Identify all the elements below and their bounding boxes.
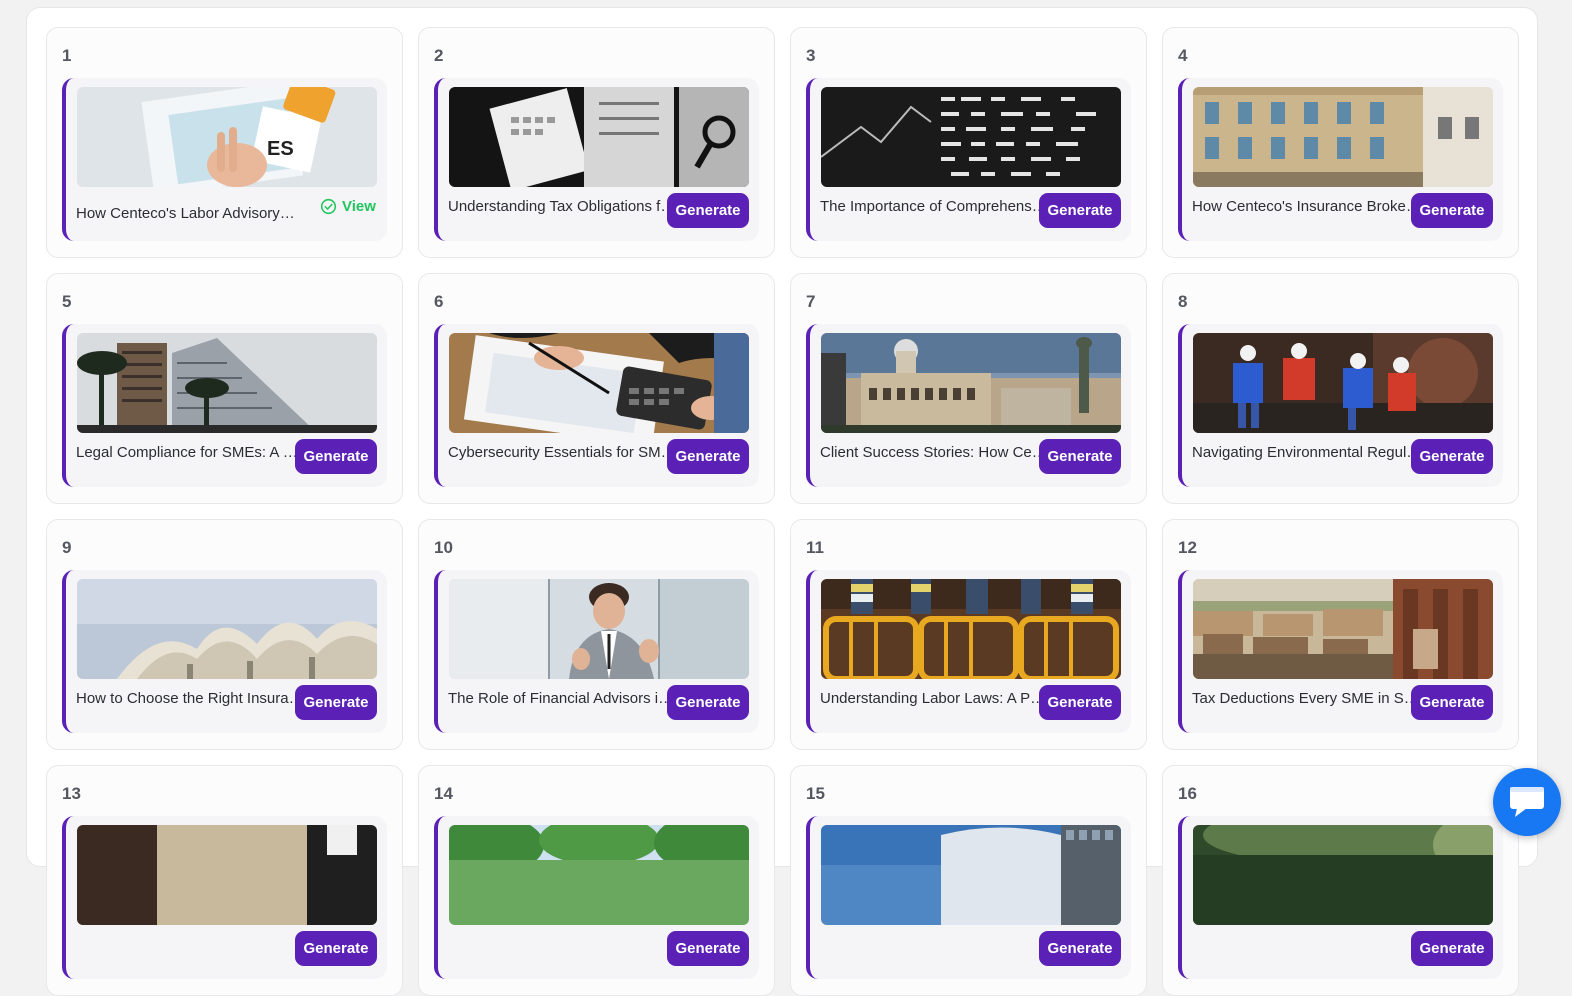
article-card: 11 Understanding Labor Laws: A Primer Gene… (790, 519, 1147, 750)
article-title: Navigating Environmental Regulations (1192, 444, 1422, 461)
article-title: The Importance of Comprehensive Insuranc… (820, 198, 1050, 215)
article-item[interactable]: Understanding Labor Laws: A Primer Genera… (806, 570, 1131, 733)
generate-button[interactable]: Generate (667, 685, 749, 720)
article-item[interactable]: Navigating Environmental Regulations Gene… (1178, 324, 1503, 487)
article-thumbnail (1193, 579, 1493, 679)
article-item[interactable]: The Importance of Comprehensive Insuranc… (806, 78, 1131, 241)
generate-button[interactable]: Generate (1411, 439, 1493, 474)
article-title: Tax Deductions Every SME in Spain Should… (1192, 690, 1422, 707)
article-item[interactable]: Understanding Tax Obligations for Busine… (434, 78, 759, 241)
articles-panel: 1 ES How Centeco's Labor Advisory Services… (26, 7, 1538, 996)
article-thumbnail (449, 579, 749, 679)
article-card: 4 How Centeco's Insurance Brokerage Works… (1162, 27, 1519, 258)
article-thumbnail (449, 333, 749, 433)
article-card: 1 ES How Centeco's Labor Advisory Services… (46, 27, 403, 258)
article-card: 12 Tax Deductions Every SME in Spain Shou… (1162, 519, 1519, 750)
article-item[interactable]: Generate (806, 816, 1131, 979)
chat-widget-button[interactable] (1493, 768, 1561, 836)
article-card: 15 Generate (790, 765, 1147, 996)
generate-button[interactable]: Generate (295, 439, 377, 474)
article-item[interactable]: ES How Centeco's Labor Advisory Services … (62, 78, 387, 241)
article-card: 9 How to Choose the Right Insurance Polic… (46, 519, 403, 750)
article-card: 3 The Importance of Comprehensive Insuran… (790, 27, 1147, 258)
card-number: 15 (806, 784, 825, 803)
chat-bubble-icon (1510, 787, 1544, 817)
view-label: View (342, 198, 376, 215)
card-number: 1 (62, 46, 72, 65)
article-card: 14 Generate (418, 765, 775, 996)
article-card: 8 Navigating Environmental Regulations Gen… (1162, 273, 1519, 504)
article-thumbnail (449, 87, 749, 187)
article-card: 13 Generate (46, 765, 403, 996)
generate-button[interactable]: Generate (667, 193, 749, 228)
generate-button[interactable]: Generate (295, 931, 377, 966)
generate-button[interactable]: Generate (667, 439, 749, 474)
article-item[interactable]: Client Success Stories: How Centeco Help… (806, 324, 1131, 487)
svg-text:ES: ES (267, 138, 294, 160)
card-number: 16 (1178, 784, 1197, 803)
card-number: 7 (806, 292, 816, 311)
article-thumbnail (77, 333, 377, 433)
card-number: 11 (806, 538, 824, 557)
article-card: 5 Legal Compliance for SMEs: A Guide Gener… (46, 273, 403, 504)
article-item[interactable]: How to Choose the Right Insurance Policy… (62, 570, 387, 733)
card-number: 8 (1178, 292, 1188, 311)
article-item[interactable]: How Centeco's Insurance Brokerage WorksG… (1178, 78, 1503, 241)
article-thumbnail (1193, 825, 1493, 925)
article-grid: 1 ES How Centeco's Labor Advisory Services… (46, 27, 1519, 996)
article-thumbnail (821, 87, 1121, 187)
article-thumbnail (77, 579, 377, 679)
article-title: Legal Compliance for SMEs: A Guide (76, 444, 306, 461)
article-title: How to Choose the Right Insurance Policy (76, 690, 306, 707)
article-thumbnail (1193, 333, 1493, 433)
article-item[interactable]: Legal Compliance for SMEs: A Guide Genera… (62, 324, 387, 487)
article-item[interactable]: The Role of Financial Advisors in Growth… (434, 570, 759, 733)
card-number: 12 (1178, 538, 1197, 557)
article-card: 10 The Role of Financial Advisors in Grow… (418, 519, 775, 750)
article-thumbnail (821, 825, 1121, 925)
card-number: 4 (1178, 46, 1188, 65)
article-thumbnail (821, 333, 1121, 433)
article-title: Cybersecurity Essentials for SMEs (448, 444, 678, 461)
generate-button[interactable]: Generate (1411, 931, 1493, 966)
card-number: 14 (434, 784, 453, 803)
article-thumbnail (449, 825, 749, 925)
generate-button[interactable]: Generate (667, 931, 749, 966)
view-button[interactable]: View (320, 198, 376, 215)
card-number: 5 (62, 292, 72, 311)
article-item[interactable]: Generate (1178, 816, 1503, 979)
article-thumbnail (1193, 87, 1493, 187)
card-number: 10 (434, 538, 453, 557)
article-item[interactable]: Tax Deductions Every SME in Spain Should… (1178, 570, 1503, 733)
article-item[interactable]: Generate (62, 816, 387, 979)
article-card: 16 Generate (1162, 765, 1519, 996)
article-title: Client Success Stories: How Centeco Help… (820, 444, 1050, 461)
article-title: Understanding Tax Obligations for Busine… (448, 198, 678, 215)
article-title: How Centeco's Insurance Brokerage Works (1192, 198, 1422, 215)
check-circle-icon (320, 198, 337, 215)
generate-button[interactable]: Generate (1039, 439, 1121, 474)
card-number: 6 (434, 292, 444, 311)
article-item[interactable]: Cybersecurity Essentials for SMEs Generat… (434, 324, 759, 487)
article-card: 2 Understanding Tax Obligations for Busin… (418, 27, 775, 258)
card-number: 13 (62, 784, 81, 803)
card-number: 9 (62, 538, 72, 557)
generate-button[interactable]: Generate (1039, 685, 1121, 720)
article-card: 7 Client Success Stories: How Centeco Hel… (790, 273, 1147, 504)
generate-button[interactable]: Generate (1039, 931, 1121, 966)
article-card: 6 Cybersecurity Essentials for SMEs Genera… (418, 273, 775, 504)
generate-button[interactable]: Generate (295, 685, 377, 720)
generate-button[interactable]: Generate (1411, 193, 1493, 228)
article-thumbnail (77, 825, 377, 925)
article-title: The Role of Financial Advisors in Growth (448, 690, 678, 707)
article-thumbnail: ES (77, 87, 377, 187)
article-thumbnail (821, 579, 1121, 679)
article-title: How Centeco's Labor Advisory Services He… (76, 205, 298, 222)
card-number: 3 (806, 46, 816, 65)
card-number: 2 (434, 46, 444, 65)
generate-button[interactable]: Generate (1039, 193, 1121, 228)
article-item[interactable]: Generate (434, 816, 759, 979)
generate-button[interactable]: Generate (1411, 685, 1493, 720)
article-title: Understanding Labor Laws: A Primer (820, 690, 1050, 707)
